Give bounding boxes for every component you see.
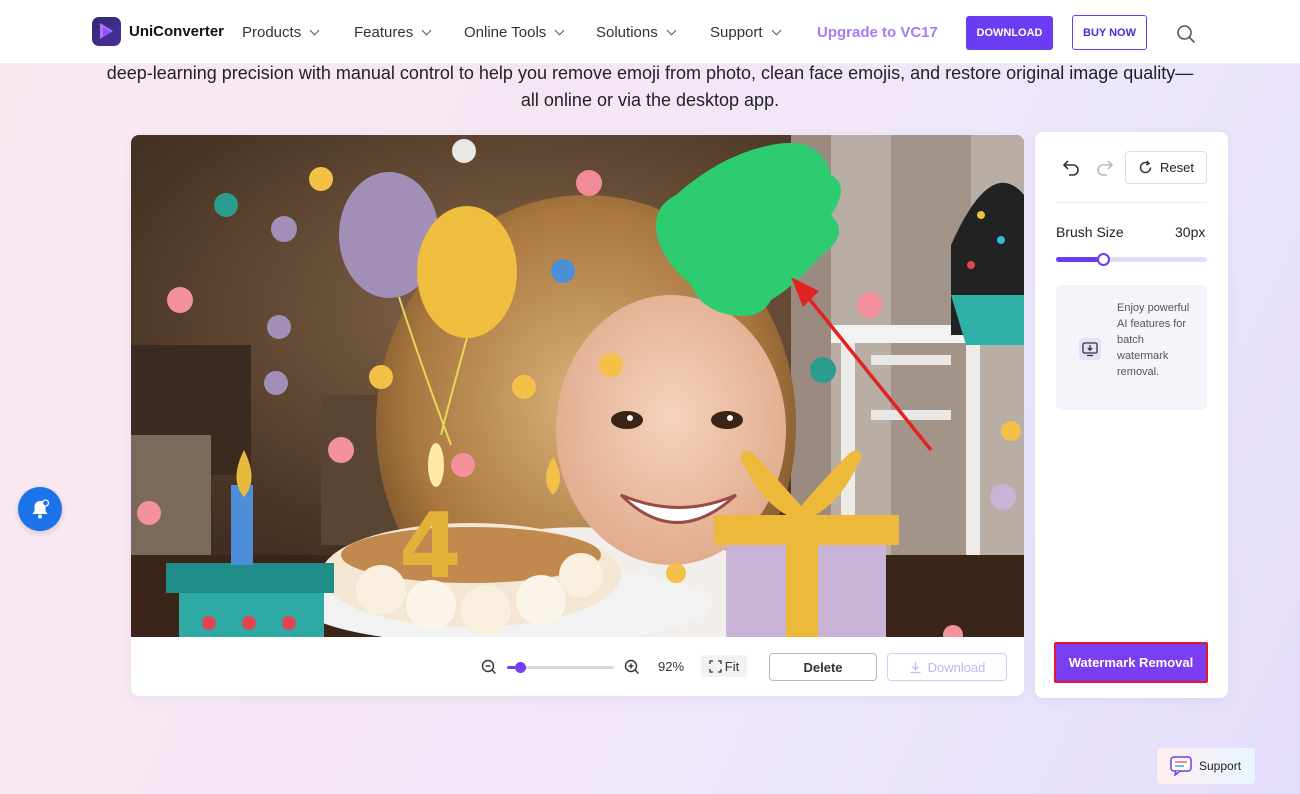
nav-online-tools[interactable]: Online Tools xyxy=(464,24,565,41)
brush-size-label: Brush Size xyxy=(1056,224,1124,240)
zoom-slider-handle[interactable] xyxy=(514,662,526,673)
promo-text: Enjoy powerful AI features for batch wat… xyxy=(1117,302,1190,378)
reset-button[interactable]: Reset xyxy=(1125,151,1207,184)
nav-online-tools-label: Online Tools xyxy=(464,24,547,41)
chevron-down-icon xyxy=(309,25,320,36)
nav-products-label: Products xyxy=(242,24,302,41)
zoom-in-icon[interactable] xyxy=(624,659,640,675)
download-result-button[interactable]: Download xyxy=(887,653,1007,681)
upgrade-link[interactable]: Upgrade to VC17 xyxy=(817,24,938,41)
notification-button[interactable] xyxy=(18,487,62,531)
brush-size-slider[interactable] xyxy=(1056,253,1207,266)
redo-icon[interactable] xyxy=(1095,157,1115,177)
nav-solutions-label: Solutions xyxy=(596,24,658,41)
chat-icon xyxy=(1170,756,1192,776)
chevron-down-icon xyxy=(421,25,432,36)
uniconverter-logo-icon xyxy=(92,17,121,46)
fit-icon xyxy=(709,659,722,673)
delete-button[interactable]: Delete xyxy=(769,653,877,681)
chevron-down-icon xyxy=(666,25,677,36)
zoom-percentage: 92% xyxy=(658,659,685,674)
fit-button[interactable]: Fit xyxy=(701,655,747,677)
nav-support-label: Support xyxy=(710,24,763,41)
nav-features[interactable]: Features xyxy=(354,24,432,41)
nav-solutions[interactable]: Solutions xyxy=(596,24,677,41)
editor-card: 4 92% Fit Delete Download xyxy=(131,135,1024,696)
intro-description: deep-learning precision with manual cont… xyxy=(106,63,1194,110)
tool-panel: Reset Brush Size 30px Enjoy powerful AI … xyxy=(1035,132,1228,698)
search-icon[interactable] xyxy=(1176,24,1196,44)
undo-icon[interactable] xyxy=(1061,157,1081,177)
buy-now-button[interactable]: BUY NOW xyxy=(1072,15,1147,50)
fit-label: Fit xyxy=(724,658,740,674)
reset-label: Reset xyxy=(1160,160,1194,175)
zoom-out-icon[interactable] xyxy=(481,659,497,675)
bell-icon xyxy=(32,499,50,519)
reset-icon xyxy=(1139,160,1152,174)
nav-features-label: Features xyxy=(354,24,414,41)
support-chat-button[interactable]: Support xyxy=(1157,748,1255,784)
watermark-removal-button[interactable]: Watermark Removal xyxy=(1054,642,1208,683)
support-label: Support xyxy=(1199,759,1242,773)
zoom-slider[interactable] xyxy=(507,662,614,673)
brush-slider-fill xyxy=(1056,257,1103,262)
download-icon xyxy=(910,661,921,673)
nav-products[interactable]: Products xyxy=(242,24,320,41)
desktop-download-icon xyxy=(1079,338,1101,360)
brand-logo[interactable]: UniConverter xyxy=(92,17,224,46)
panel-divider xyxy=(1056,202,1207,203)
svg-text:4: 4 xyxy=(399,494,462,599)
download-button[interactable]: DOWNLOAD xyxy=(966,16,1053,50)
editor-controls: 92% Fit Delete Download xyxy=(131,637,1024,696)
chevron-down-icon xyxy=(771,25,781,36)
nav-support[interactable]: Support xyxy=(710,24,781,41)
edited-photo-canvas[interactable]: 4 xyxy=(131,135,1024,637)
brand-name: UniConverter xyxy=(129,23,225,40)
brush-slider-handle[interactable] xyxy=(1096,253,1110,266)
brush-size-value: 30px xyxy=(1175,224,1206,240)
desktop-promo-card[interactable]: Enjoy powerful AI features for batch wat… xyxy=(1056,285,1207,410)
top-nav: UniConverter Products Features Online To… xyxy=(0,0,1300,64)
download-result-label: Download xyxy=(927,659,986,675)
chevron-down-icon xyxy=(554,25,565,36)
